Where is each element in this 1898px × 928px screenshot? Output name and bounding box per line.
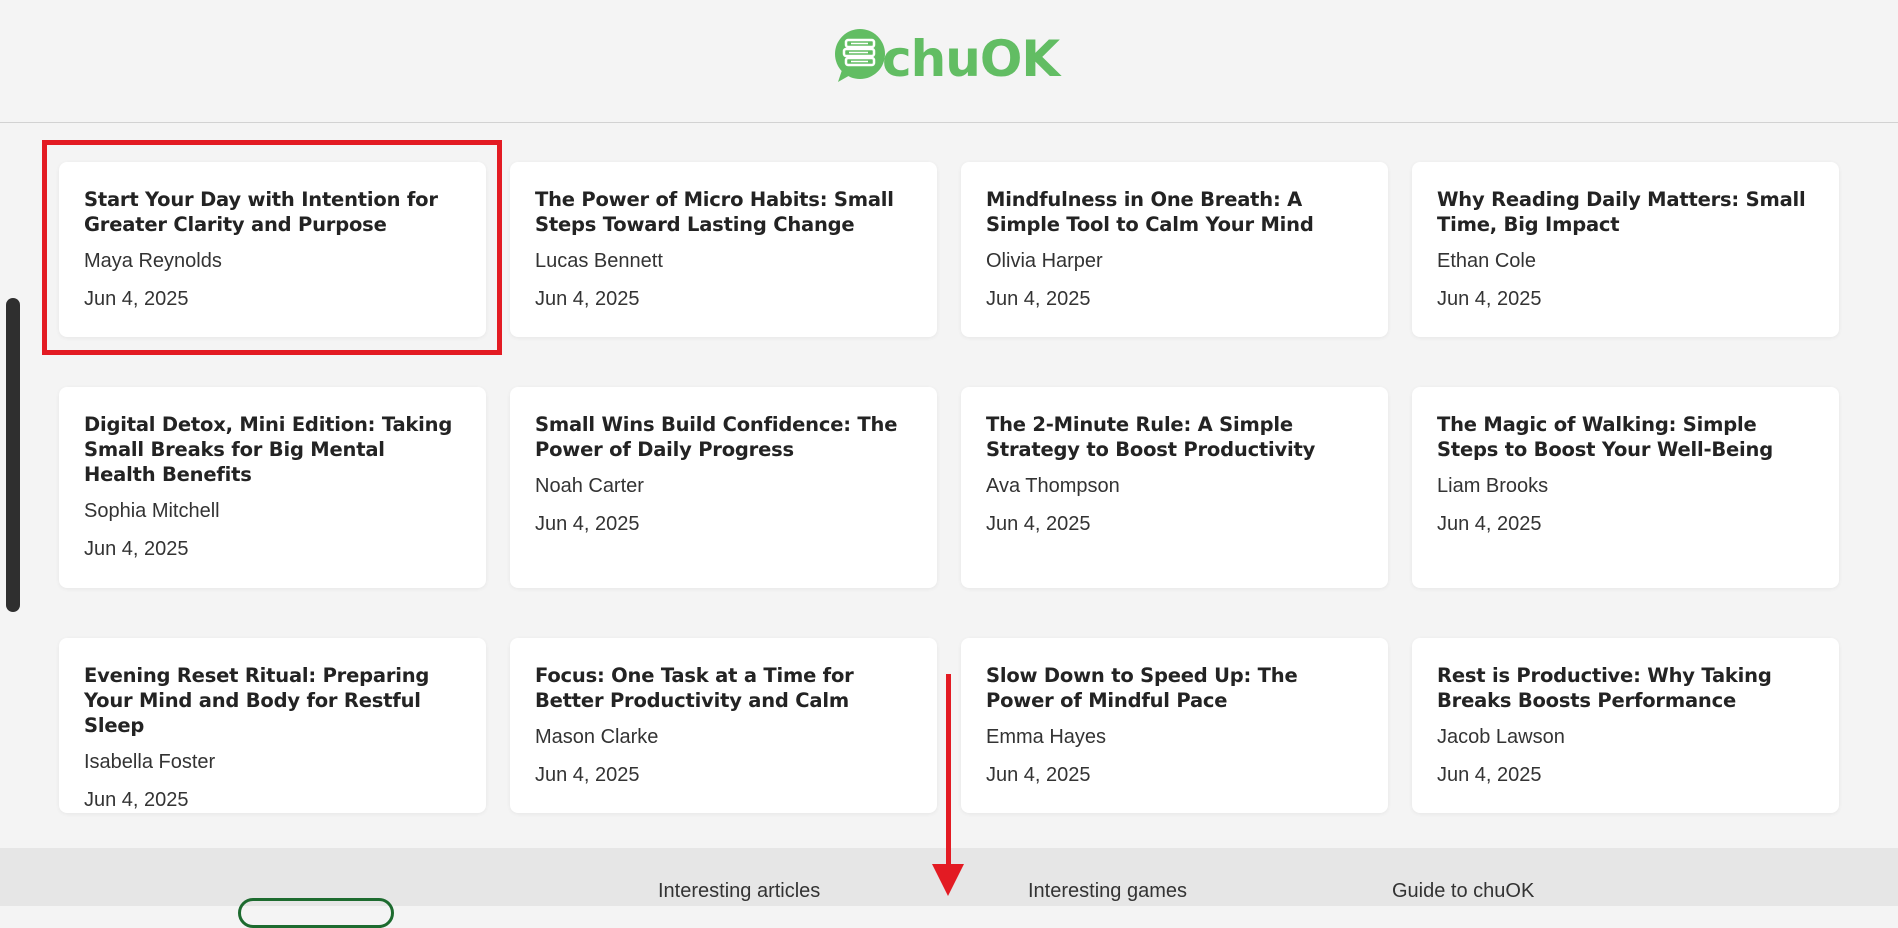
article-card[interactable]: Rest is Productive: Why Taking Breaks Bo… [1412, 638, 1839, 813]
article-date: Jun 4, 2025 [535, 513, 640, 535]
article-title: The 2-Minute Rule: A Simple Strategy to … [986, 413, 1316, 461]
book-chat-icon [835, 29, 885, 82]
article-author: Maya Reynolds [84, 250, 222, 272]
article-card[interactable]: The Power of Micro Habits: Small Steps T… [510, 162, 937, 337]
article-title: The Magic of Walking: Simple Steps to Bo… [1437, 413, 1773, 461]
article-author: Sophia Mitchell [84, 500, 220, 522]
article-author: Jacob Lawson [1437, 726, 1565, 748]
article-card[interactable]: The 2-Minute Rule: A Simple Strategy to … [961, 387, 1388, 588]
footer-link-articles[interactable]: Interesting articles [658, 880, 820, 903]
article-title: The Power of Micro Habits: Small Steps T… [535, 188, 894, 236]
article-date: Jun 4, 2025 [1437, 513, 1542, 535]
footer-link-guide[interactable]: Guide to chuOK [1392, 880, 1534, 903]
article-title: Mindfulness in One Breath: A Simple Tool… [986, 188, 1314, 236]
article-card[interactable]: Slow Down to Speed Up: The Power of Mind… [961, 638, 1388, 813]
footer-link-games[interactable]: Interesting games [1028, 880, 1187, 903]
article-date: Jun 4, 2025 [986, 764, 1091, 786]
article-date: Jun 4, 2025 [84, 538, 189, 560]
article-date: Jun 4, 2025 [1437, 288, 1542, 310]
article-title: Focus: One Task at a Time for Better Pro… [535, 664, 854, 712]
article-author: Ethan Cole [1437, 250, 1536, 272]
article-card[interactable]: Focus: One Task at a Time for Better Pro… [510, 638, 937, 813]
article-date: Jun 4, 2025 [986, 513, 1091, 535]
article-author: Lucas Bennett [535, 250, 663, 272]
article-date: Jun 4, 2025 [535, 764, 640, 786]
article-title: Start Your Day with Intention for Greate… [84, 188, 438, 236]
article-title: Rest is Productive: Why Taking Breaks Bo… [1437, 664, 1772, 712]
arrow-down-icon [932, 864, 964, 896]
article-date: Jun 4, 2025 [84, 288, 189, 310]
article-author: Mason Clarke [535, 726, 659, 748]
article-date: Jun 4, 2025 [84, 789, 189, 811]
article-date: Jun 4, 2025 [986, 288, 1091, 310]
scroll-down-arrow-shaft [946, 674, 951, 864]
article-card[interactable]: Digital Detox, Mini Edition: Taking Smal… [59, 387, 486, 588]
article-card[interactable]: Mindfulness in One Breath: A Simple Tool… [961, 162, 1388, 337]
article-author: Liam Brooks [1437, 475, 1549, 497]
article-title: Why Reading Daily Matters: Small Time, B… [1437, 188, 1806, 236]
article-date: Jun 4, 2025 [535, 288, 640, 310]
article-title: Small Wins Build Confidence: The Power o… [535, 413, 898, 461]
brand-name: chuOK [882, 30, 1060, 88]
brand-logo[interactable]: chuOK [834, 24, 1060, 88]
scrollbar-thumb[interactable] [6, 298, 20, 612]
article-title: Slow Down to Speed Up: The Power of Mind… [986, 664, 1298, 712]
article-card[interactable]: Evening Reset Ritual: Preparing Your Min… [59, 638, 486, 813]
article-author: Emma Hayes [986, 726, 1107, 748]
article-author: Olivia Harper [986, 250, 1103, 272]
article-author: Isabella Foster [84, 751, 216, 773]
article-card[interactable]: The Magic of Walking: Simple Steps to Bo… [1412, 387, 1839, 588]
article-card[interactable]: Start Your Day with Intention for Greate… [59, 162, 486, 337]
article-card[interactable]: Why Reading Daily Matters: Small Time, B… [1412, 162, 1839, 337]
article-card[interactable]: Small Wins Build Confidence: The Power o… [510, 387, 937, 588]
footer-button[interactable] [238, 898, 394, 928]
article-title: Digital Detox, Mini Edition: Taking Smal… [84, 413, 453, 486]
article-date: Jun 4, 2025 [1437, 764, 1542, 786]
article-author: Noah Carter [535, 475, 644, 497]
site-header: chuOK [0, 0, 1898, 123]
article-title: Evening Reset Ritual: Preparing Your Min… [84, 664, 430, 737]
article-author: Ava Thompson [986, 475, 1120, 497]
